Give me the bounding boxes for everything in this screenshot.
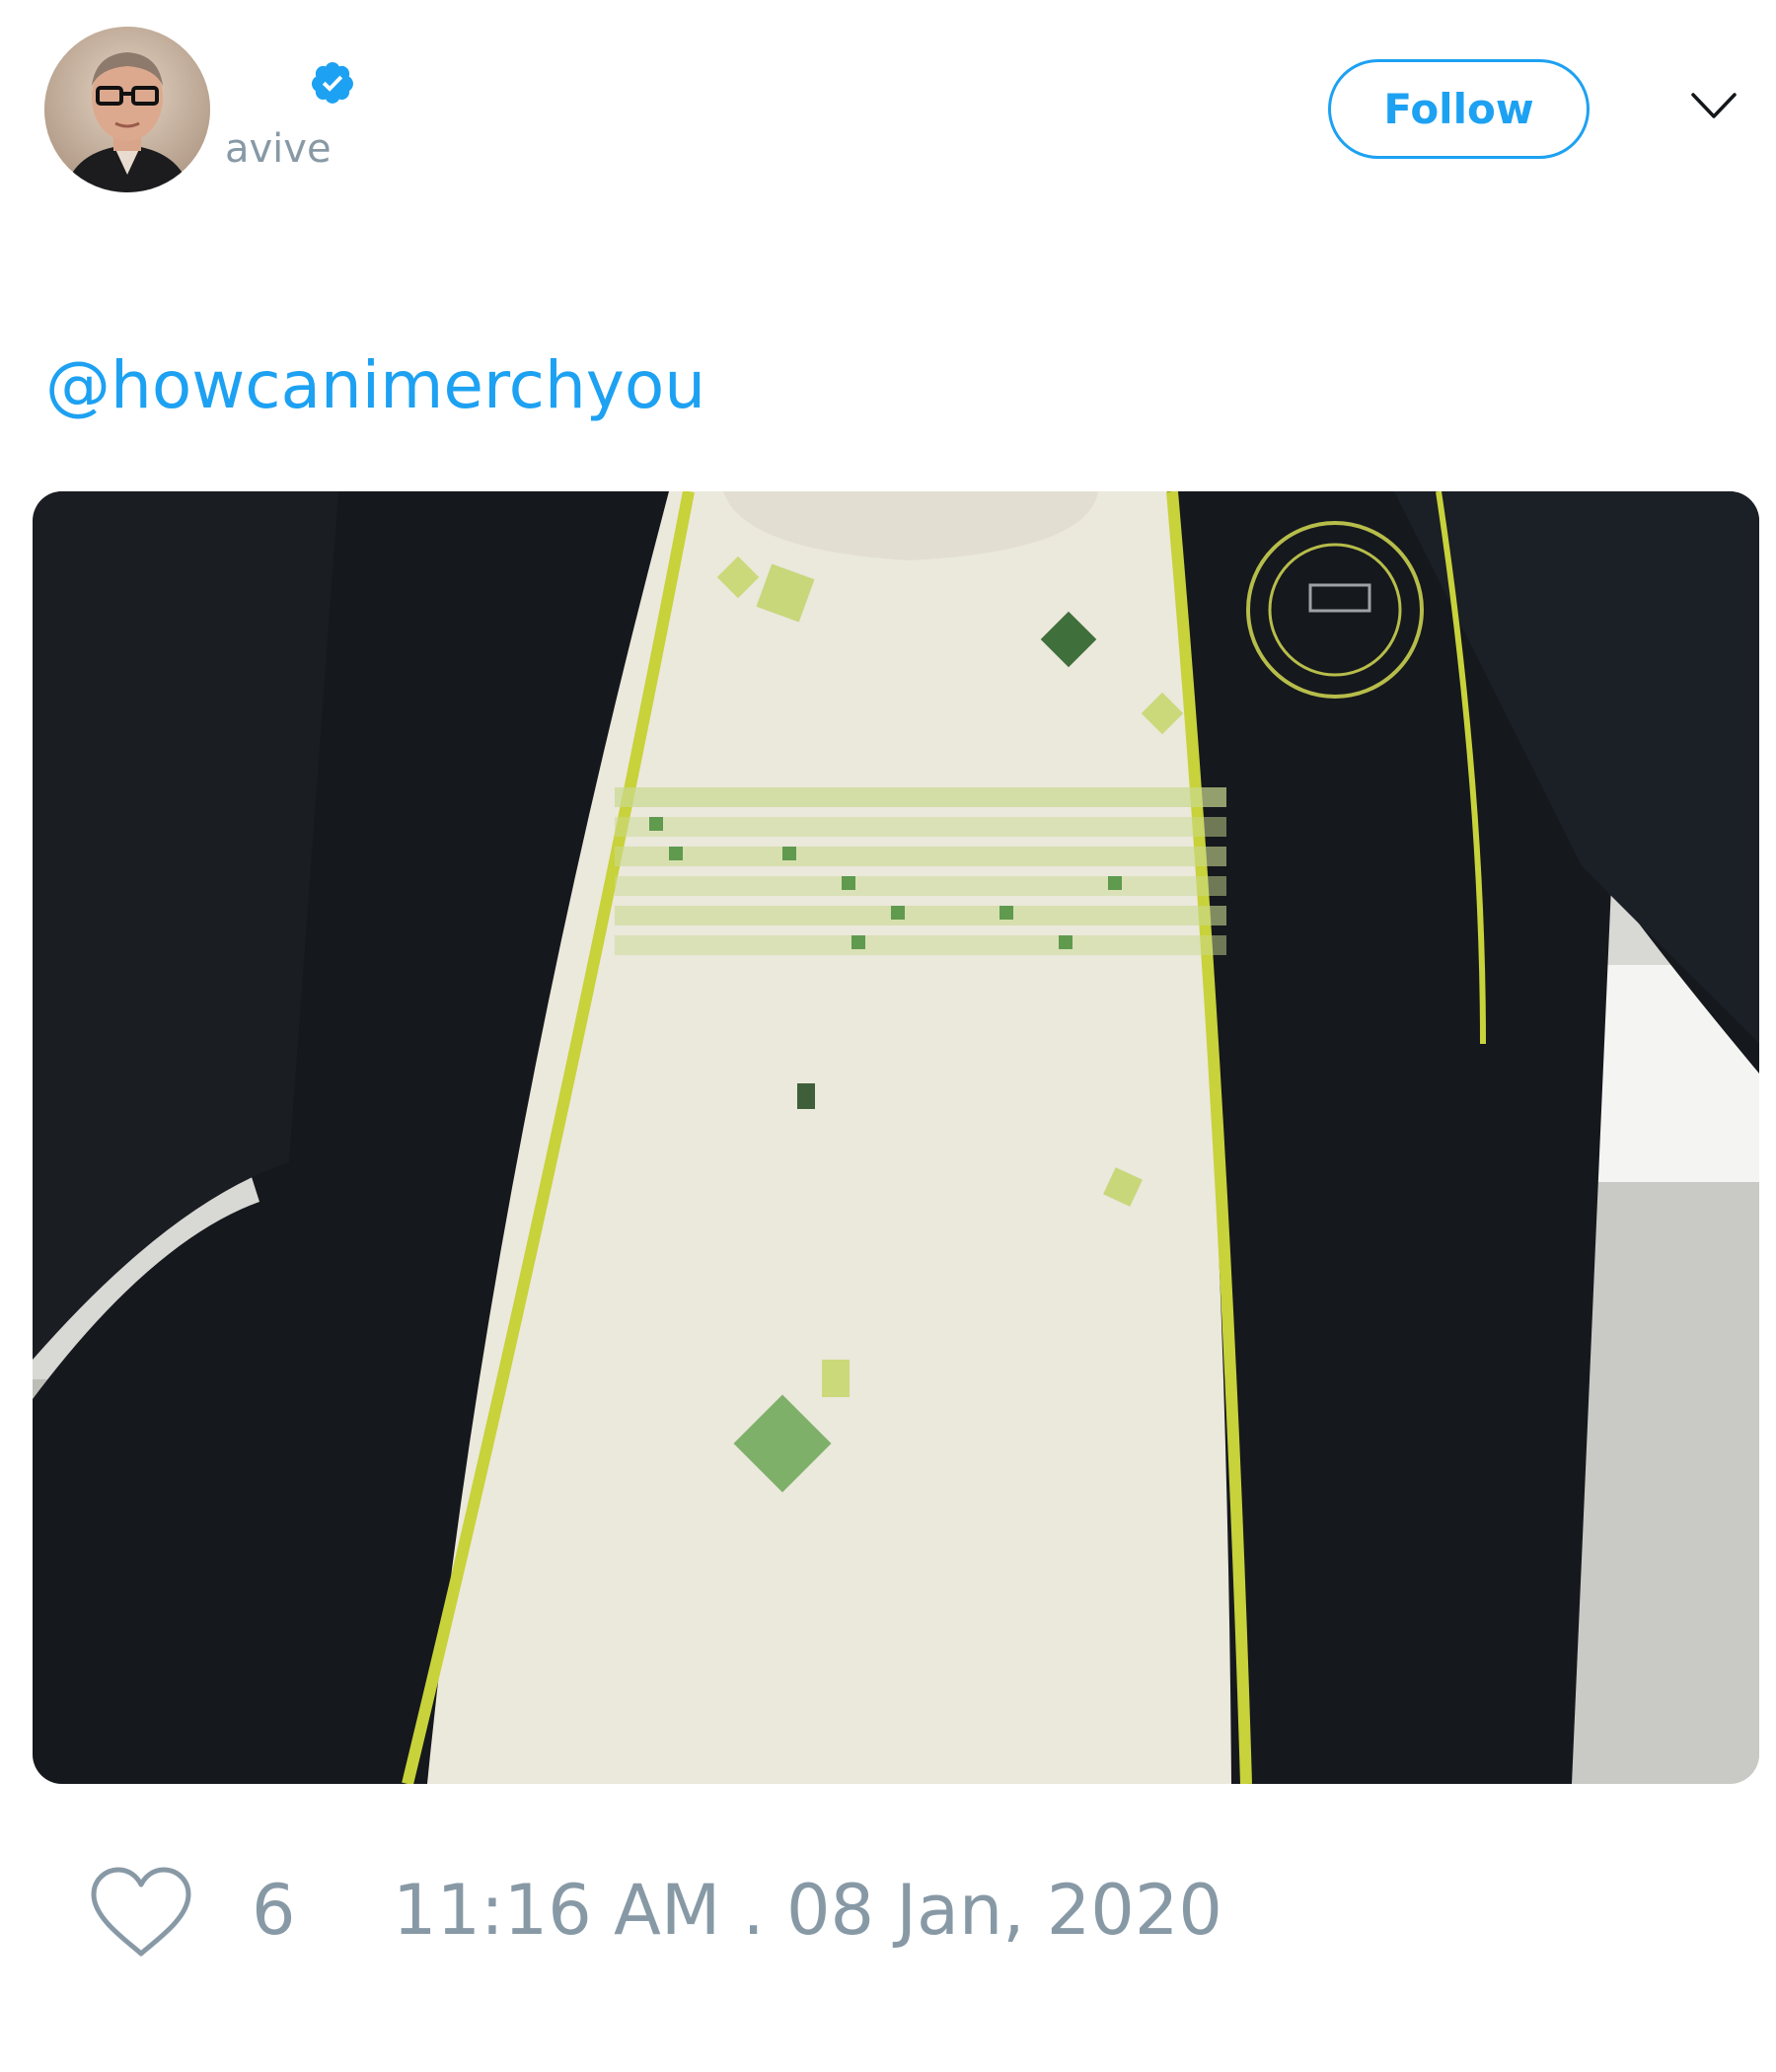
chevron-down-icon[interactable] [1690,91,1738,120]
follow-button[interactable]: Follow [1328,59,1590,159]
heart-icon[interactable] [89,1865,193,1960]
photo-image [33,491,1759,1784]
verified-badge-icon [312,62,353,104]
timestamp[interactable]: 11:16 AM . 08 Jan, 2020 [393,1870,1222,1951]
mention-link[interactable]: @howcanimerchyou [45,347,705,423]
like-count: 6 [252,1870,296,1951]
username[interactable]: avive [225,126,332,172]
person-avatar-icon [44,27,210,192]
avatar[interactable] [44,27,210,192]
tweet-photo[interactable] [33,491,1759,1784]
